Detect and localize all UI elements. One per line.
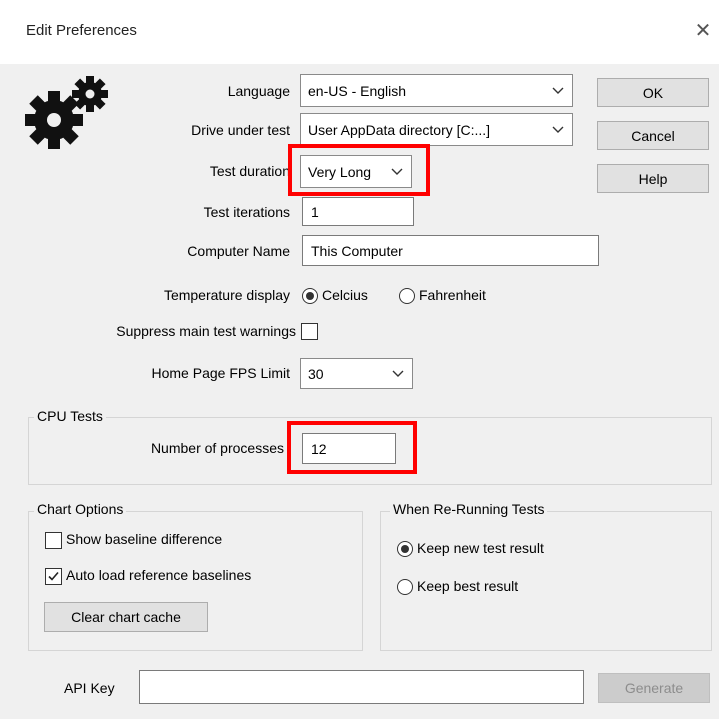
keep-best-radio[interactable] bbox=[397, 579, 413, 595]
clear-chart-cache-button[interactable]: Clear chart cache bbox=[44, 602, 208, 632]
ok-label: OK bbox=[642, 84, 664, 101]
drive-value: User AppData directory [C:...] bbox=[308, 121, 491, 138]
processes-highlight bbox=[287, 421, 417, 474]
keep-new-radio[interactable] bbox=[397, 541, 413, 557]
iterations-value: 1 bbox=[311, 203, 319, 220]
keep-best-label: Keep best result bbox=[417, 578, 519, 594]
auto-load-checkbox[interactable] bbox=[45, 568, 62, 585]
computer-name-label: Computer Name bbox=[187, 243, 290, 259]
generate-label: Generate bbox=[624, 680, 684, 696]
generate-button[interactable]: Generate bbox=[598, 673, 710, 703]
drive-label: Drive under test bbox=[191, 122, 290, 138]
api-key-label: API Key bbox=[64, 680, 115, 696]
computer-name-value: This Computer bbox=[311, 242, 403, 259]
chart-options-title: Chart Options bbox=[34, 501, 127, 517]
duration-highlight bbox=[288, 144, 430, 196]
api-key-input[interactable] bbox=[139, 670, 584, 704]
drive-select[interactable]: User AppData directory [C:...] bbox=[300, 113, 573, 146]
fps-label: Home Page FPS Limit bbox=[151, 365, 291, 381]
ok-button[interactable]: OK bbox=[597, 78, 709, 107]
clear-chart-cache-label: Clear chart cache bbox=[71, 609, 181, 625]
celcius-radio[interactable] bbox=[302, 288, 318, 304]
language-select[interactable]: en-US - English bbox=[300, 74, 573, 107]
keep-new-label: Keep new test result bbox=[417, 540, 544, 556]
fahrenheit-radio[interactable] bbox=[399, 288, 415, 304]
chevron-down-icon bbox=[552, 126, 564, 133]
show-baseline-checkbox[interactable] bbox=[45, 532, 62, 549]
close-icon[interactable]: ✕ bbox=[694, 18, 712, 42]
show-baseline-label: Show baseline difference bbox=[66, 531, 223, 547]
fps-value: 30 bbox=[308, 365, 324, 382]
fps-select[interactable]: 30 bbox=[300, 358, 413, 389]
iterations-input[interactable]: 1 bbox=[302, 197, 414, 226]
cpu-tests-title: CPU Tests bbox=[34, 408, 106, 424]
suppress-label: Suppress main test warnings bbox=[116, 323, 296, 339]
language-value: en-US - English bbox=[308, 82, 407, 99]
rerun-title: When Re-Running Tests bbox=[390, 501, 548, 517]
checkmark-icon bbox=[48, 571, 59, 581]
chevron-down-icon bbox=[392, 370, 404, 377]
dialog-title: Edit Preferences bbox=[26, 22, 137, 39]
help-label: Help bbox=[638, 170, 668, 187]
processes-label: Number of processes bbox=[150, 440, 284, 456]
help-button[interactable]: Help bbox=[597, 164, 709, 193]
auto-load-label: Auto load reference baselines bbox=[66, 567, 252, 583]
duration-label: Test duration bbox=[209, 163, 290, 179]
cancel-button[interactable]: Cancel bbox=[597, 121, 709, 150]
temperature-label: Temperature display bbox=[163, 287, 290, 303]
iterations-label: Test iterations bbox=[203, 204, 290, 220]
suppress-checkbox[interactable] bbox=[301, 323, 318, 340]
gears-icon bbox=[25, 76, 108, 149]
celcius-label: Celcius bbox=[322, 287, 368, 303]
fahrenheit-label: Fahrenheit bbox=[419, 287, 486, 303]
language-label: Language bbox=[227, 83, 290, 99]
cancel-label: Cancel bbox=[631, 127, 675, 144]
computer-name-input[interactable]: This Computer bbox=[302, 235, 599, 266]
chevron-down-icon bbox=[552, 87, 564, 94]
